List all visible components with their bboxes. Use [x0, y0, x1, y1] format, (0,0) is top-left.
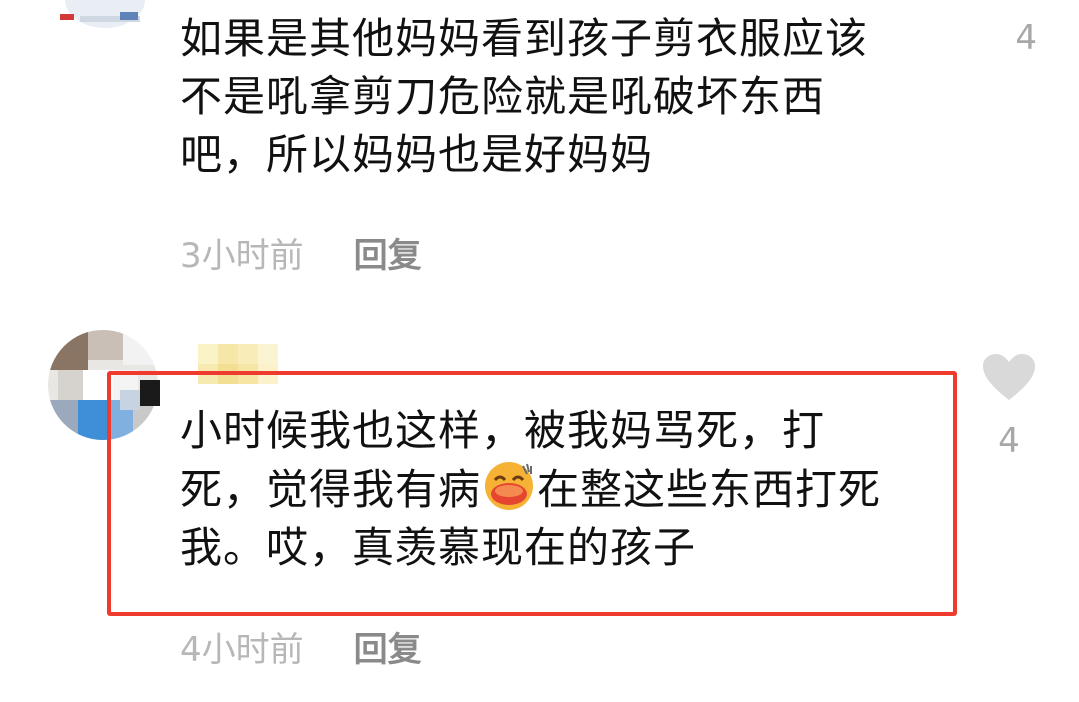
reply-button[interactable]: 回复	[354, 622, 422, 671]
like-button[interactable]: 4	[981, 352, 1037, 461]
heart-icon	[981, 352, 1037, 411]
comment-item-1: 如果是其他妈妈看到孩子剪衣服应该 不是吼拿剪刀危险就是吼破坏东西 吧，所以妈妈也…	[0, 0, 1079, 300]
reply-button[interactable]: 回复	[354, 228, 422, 277]
comment-text-line: 不是吼拿剪刀危险就是吼破坏东西	[180, 72, 826, 121]
comment-timestamp: 3小时前	[180, 236, 304, 276]
like-count: 4	[998, 421, 1020, 461]
comment-meta: 4小时前 回复	[180, 622, 422, 671]
comment-text-line: 如果是其他妈妈看到孩子剪衣服应该	[180, 14, 869, 63]
comment-text: 如果是其他妈妈看到孩子剪衣服应该 不是吼拿剪刀危险就是吼破坏东西 吧，所以妈妈也…	[180, 10, 940, 184]
like-button[interactable]: 4	[1015, 18, 1037, 58]
highlight-box	[107, 371, 957, 616]
comment-meta: 3小时前 回复	[180, 228, 422, 277]
comment-text-line: 吧，所以妈妈也是好妈妈	[180, 130, 654, 179]
like-count: 4	[1015, 18, 1037, 58]
comment-timestamp: 4小时前	[180, 630, 304, 670]
avatar[interactable]	[60, 0, 150, 30]
